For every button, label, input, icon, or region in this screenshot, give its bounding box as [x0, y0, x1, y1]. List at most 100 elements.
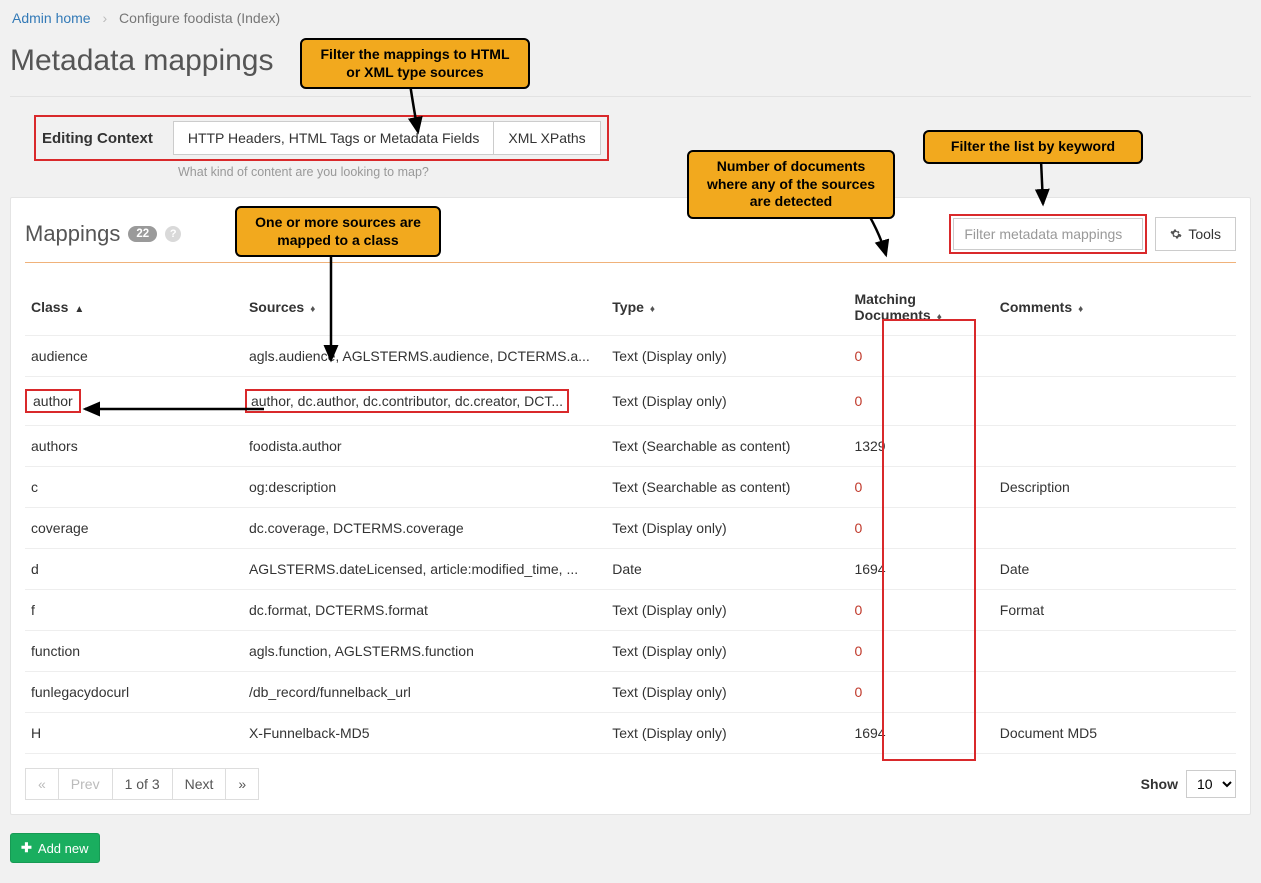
sort-asc-icon: ▲	[74, 304, 84, 315]
cell-sources: /db_record/funnelback_url	[243, 672, 606, 713]
breadcrumb: Admin home › Configure foodista (Index)	[10, 4, 1251, 30]
cell-class: audience	[25, 336, 243, 377]
cell-docs: 0	[848, 508, 993, 549]
cell-docs: 1694	[848, 713, 993, 754]
mappings-count-badge: 22	[128, 226, 157, 242]
cell-type: Text (Display only)	[606, 508, 848, 549]
table-row[interactable]: author author, dc.author, dc.contributor,…	[25, 377, 1236, 426]
cell-comments	[994, 631, 1236, 672]
cell-sources: og:description	[243, 467, 606, 508]
add-new-button[interactable]: ✚ Add new	[10, 833, 100, 863]
col-header-docs[interactable]: Matching Documents♦	[848, 279, 993, 336]
table-row[interactable]: functionagls.function, AGLSTERMS.functio…	[25, 631, 1236, 672]
cell-docs: 0	[848, 672, 993, 713]
cell-docs: 1694	[848, 549, 993, 590]
cell-type: Text (Display only)	[606, 713, 848, 754]
divider	[10, 96, 1251, 97]
callout-docs-detected: Number of documents where any of the sou…	[687, 150, 895, 219]
col-header-type[interactable]: Type♦	[606, 279, 848, 336]
callout-filter-types: Filter the mappings to HTML or XML type …	[300, 38, 530, 89]
filter-mappings-input[interactable]	[953, 218, 1143, 250]
cell-type: Text (Display only)	[606, 631, 848, 672]
cell-docs: 0	[848, 631, 993, 672]
cell-comments: Format	[994, 590, 1236, 631]
col-header-sources[interactable]: Sources♦	[243, 279, 606, 336]
table-row[interactable]: audienceagls.audience, AGLSTERMS.audienc…	[25, 336, 1236, 377]
cell-comments	[994, 336, 1236, 377]
context-html-button[interactable]: HTTP Headers, HTML Tags or Metadata Fiel…	[173, 121, 495, 155]
cell-type: Text (Display only)	[606, 336, 848, 377]
pager-first-button[interactable]: «	[25, 768, 59, 800]
plus-icon: ✚	[21, 840, 32, 856]
col-header-comments[interactable]: Comments♦	[994, 279, 1236, 336]
chevron-right-icon: ›	[102, 10, 107, 26]
cell-type: Date	[606, 549, 848, 590]
cell-class: c	[25, 467, 243, 508]
cell-comments	[994, 672, 1236, 713]
cell-sources: author, dc.author, dc.contributor, dc.cr…	[243, 377, 606, 426]
orange-divider	[25, 262, 1236, 263]
tools-button[interactable]: Tools	[1155, 217, 1236, 251]
table-row[interactable]: dAGLSTERMS.dateLicensed, article:modifie…	[25, 549, 1236, 590]
cell-type: Text (Display only)	[606, 672, 848, 713]
col-header-class[interactable]: Class▲	[25, 279, 243, 336]
pager-next-button[interactable]: Next	[172, 768, 227, 800]
pager-prev-button[interactable]: Prev	[58, 768, 113, 800]
page-title: Metadata mappings	[10, 44, 1251, 78]
callout-filter-keyword: Filter the list by keyword	[923, 130, 1143, 164]
cell-comments: Description	[994, 467, 1236, 508]
cell-sources: dc.coverage, DCTERMS.coverage	[243, 508, 606, 549]
cell-class: funlegacydocurl	[25, 672, 243, 713]
table-row[interactable]: funlegacydocurl/db_record/funnelback_url…	[25, 672, 1236, 713]
sort-icon: ♦	[1078, 304, 1082, 315]
mappings-heading: Mappings	[25, 221, 120, 247]
filter-highlight	[949, 214, 1147, 254]
class-highlight: author	[25, 389, 81, 413]
cell-comments: Document MD5	[994, 713, 1236, 754]
cell-comments	[994, 508, 1236, 549]
show-select[interactable]: 10	[1186, 770, 1236, 798]
pager-last-button[interactable]: »	[225, 768, 259, 800]
mappings-panel: One or more sources are mapped to a clas…	[10, 197, 1251, 815]
cell-class: f	[25, 590, 243, 631]
cell-class: author	[25, 377, 243, 426]
table-row[interactable]: fdc.format, DCTERMS.formatText (Display …	[25, 590, 1236, 631]
table-row[interactable]: coveragedc.coverage, DCTERMS.coverageTex…	[25, 508, 1236, 549]
cell-docs: 0	[848, 590, 993, 631]
pager: « Prev 1 of 3 Next »	[25, 768, 259, 800]
cell-type: Text (Display only)	[606, 377, 848, 426]
breadcrumb-home-link[interactable]: Admin home	[12, 10, 91, 26]
cell-type: Text (Searchable as content)	[606, 467, 848, 508]
table-row[interactable]: HX-Funnelback-MD5Text (Display only)1694…	[25, 713, 1236, 754]
sort-icon: ♦	[650, 304, 654, 315]
cell-docs: 1329	[848, 426, 993, 467]
editing-context-highlight: Editing Context HTTP Headers, HTML Tags …	[34, 115, 609, 161]
help-icon[interactable]: ?	[165, 226, 181, 242]
editing-context-label: Editing Context	[42, 130, 153, 147]
cell-sources: dc.format, DCTERMS.format	[243, 590, 606, 631]
cell-docs: 0	[848, 467, 993, 508]
sort-icon: ♦	[937, 312, 941, 323]
table-row[interactable]: cog:descriptionText (Searchable as conte…	[25, 467, 1236, 508]
callout-sources-class: One or more sources are mapped to a clas…	[235, 206, 441, 257]
cell-sources: agls.function, AGLSTERMS.function	[243, 631, 606, 672]
context-xml-button[interactable]: XML XPaths	[493, 121, 600, 155]
gear-icon	[1170, 228, 1182, 240]
cell-type: Text (Searchable as content)	[606, 426, 848, 467]
cell-docs: 0	[848, 336, 993, 377]
tools-button-label: Tools	[1188, 226, 1221, 242]
table-row[interactable]: authorsfoodista.authorText (Searchable a…	[25, 426, 1236, 467]
pager-info: 1 of 3	[112, 768, 173, 800]
cell-class: H	[25, 713, 243, 754]
sort-icon: ♦	[310, 304, 314, 315]
add-new-label: Add new	[38, 841, 89, 856]
cell-sources: foodista.author	[243, 426, 606, 467]
show-label: Show	[1141, 776, 1178, 792]
cell-sources: AGLSTERMS.dateLicensed, article:modified…	[243, 549, 606, 590]
mappings-table: Class▲ Sources♦ Type♦ Matching Documents…	[25, 279, 1236, 754]
cell-type: Text (Display only)	[606, 590, 848, 631]
cell-class: function	[25, 631, 243, 672]
cell-class: authors	[25, 426, 243, 467]
sources-highlight: author, dc.author, dc.contributor, dc.cr…	[245, 389, 569, 413]
cell-docs: 0	[848, 377, 993, 426]
